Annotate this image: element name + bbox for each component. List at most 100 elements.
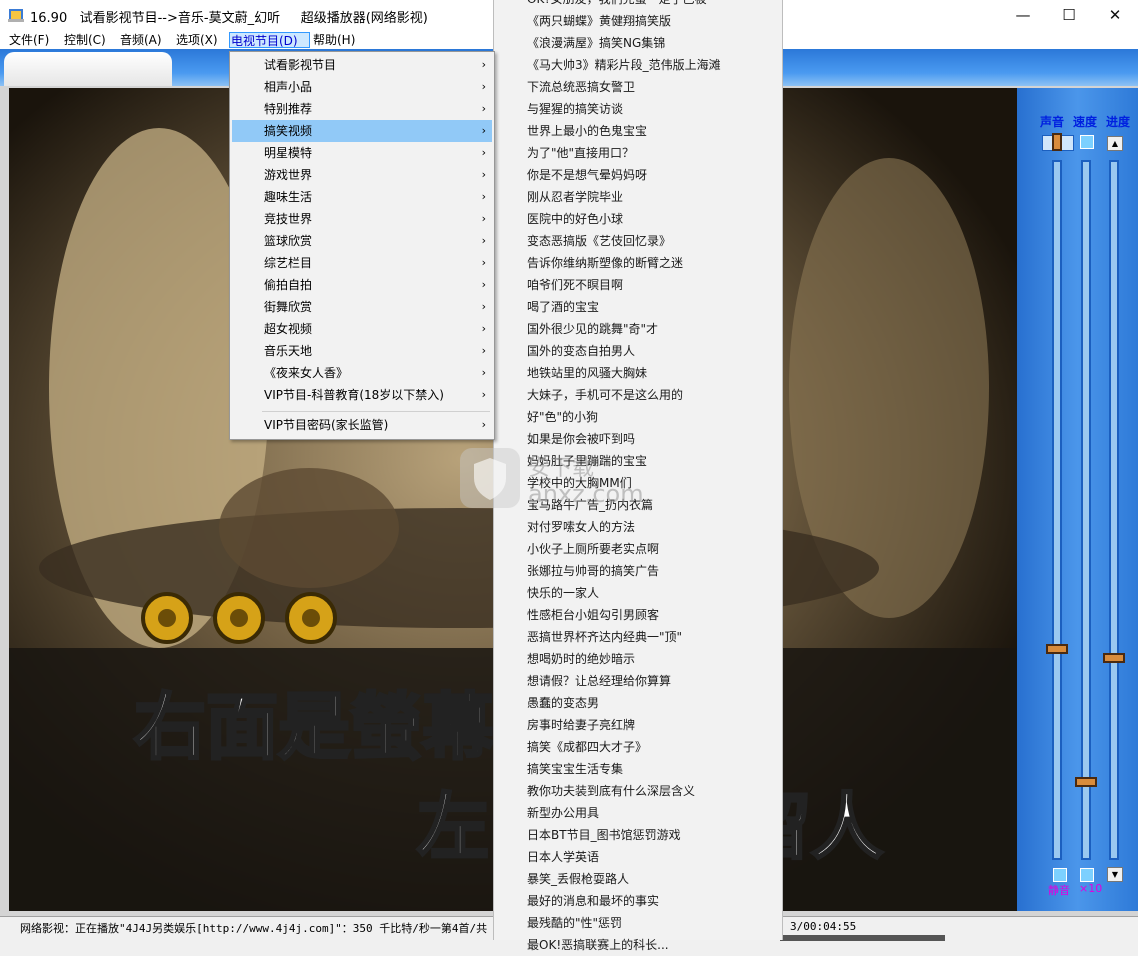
chevron-right-icon: ›: [481, 190, 486, 203]
dropdown-item-label: 音乐天地: [264, 344, 313, 358]
submenu-item[interactable]: 暴笑_丢假枪耍路人: [527, 868, 629, 890]
submenu-item[interactable]: 你是不是想气晕妈妈呀: [527, 164, 647, 186]
menu-control[interactable]: 控制(C): [62, 32, 108, 48]
submenu-item[interactable]: 日本BT节目_图书馆惩罚游戏: [527, 824, 681, 846]
chevron-right-icon: ›: [481, 212, 486, 225]
chevron-right-icon: ›: [481, 168, 486, 181]
submenu-item[interactable]: 《两只蝴蝶》黄健翔搞笑版: [527, 10, 671, 32]
menu-file[interactable]: 文件(F): [7, 32, 51, 48]
dropdown-item-label: 趣味生活: [264, 190, 313, 204]
progress-down-button[interactable]: ▼: [1107, 867, 1123, 882]
dropdown-item[interactable]: 综艺栏目 ›: [232, 252, 492, 274]
dropdown-item[interactable]: 篮球欣赏 ›: [232, 230, 492, 252]
submenu-item[interactable]: 喝了酒的宝宝: [527, 296, 599, 318]
chevron-right-icon: ›: [481, 234, 486, 247]
submenu-item[interactable]: 想喝奶时的绝妙暗示: [527, 648, 635, 670]
submenu-item[interactable]: 想请假？让总经理给你算算: [527, 670, 671, 692]
submenu-item[interactable]: 快乐的一家人: [527, 582, 599, 604]
submenu-item[interactable]: 教你功夫装到底有什么深层含义: [527, 780, 695, 802]
submenu-item[interactable]: 最残酷的"性"惩罚: [527, 912, 622, 934]
submenu-item[interactable]: 下流总统恶搞女警卫: [527, 76, 635, 98]
chevron-right-icon: ›: [481, 300, 486, 313]
submenu-item[interactable]: 张娜拉与帅哥的搞笑广告: [527, 560, 659, 582]
submenu-item[interactable]: 告诉你维纳斯塑像的断臂之迷: [527, 252, 683, 274]
chevron-right-icon: ›: [481, 146, 486, 159]
progress-up-button[interactable]: ▲: [1107, 136, 1123, 151]
speed-slider-track[interactable]: [1081, 160, 1091, 860]
dropdown-item[interactable]: 竞技世界 ›: [232, 208, 492, 230]
dropdown-item[interactable]: VIP节目密码(家长监管) ›: [232, 414, 492, 436]
progress-slider-track[interactable]: [1109, 160, 1119, 860]
menu-audio[interactable]: 音频(A): [118, 32, 164, 48]
submenu-item[interactable]: 最好的消息和最坏的事实: [527, 890, 659, 912]
control-side-panel: 声音 速度 进度 ▲ ▼ 静音 ×10: [1017, 88, 1138, 911]
dropdown-item[interactable]: 偷拍自拍 ›: [232, 274, 492, 296]
submenu-item[interactable]: 与猩猩的搞笑访谈: [527, 98, 623, 120]
submenu-item[interactable]: OK?女朋友，我们完蛋一定了巴被: [527, 0, 707, 10]
dropdown-item[interactable]: 试看影视节目 ›: [232, 54, 492, 76]
submenu-item[interactable]: 大妹子，手机可不是这么用的: [527, 384, 683, 406]
speed-slider-thumb[interactable]: [1075, 777, 1097, 787]
submenu-item[interactable]: 《浪漫满屋》搞笑NG集锦: [527, 32, 665, 54]
dropdown-item[interactable]: 街舞欣赏 ›: [232, 296, 492, 318]
volume-slider-track[interactable]: [1052, 160, 1062, 860]
maximize-button[interactable]: ☐: [1046, 0, 1092, 30]
close-button[interactable]: ✕: [1092, 0, 1138, 30]
window-title: 16.90 试看影视节目-->音乐-莫文蔚_幻听 超级播放器(网络影视): [30, 11, 428, 26]
volume-top-handle[interactable]: [1042, 133, 1074, 151]
speed-top-button[interactable]: [1080, 135, 1094, 149]
menu-options[interactable]: 选项(X): [174, 32, 220, 48]
mute-button[interactable]: [1053, 868, 1067, 882]
dropdown-item[interactable]: 音乐天地 ›: [232, 340, 492, 362]
dropdown-item[interactable]: VIP节目-科普教育(18岁以下禁入) ›: [232, 384, 492, 406]
submenu-item[interactable]: 地铁站里的风骚大胸妹: [527, 362, 647, 384]
volume-slider-thumb[interactable]: [1046, 644, 1068, 654]
menu-tv-programs[interactable]: 电视节目(D): [229, 32, 310, 48]
dropdown-item[interactable]: 搞笑视频 ›: [232, 120, 492, 142]
submenu-item[interactable]: 搞笑宝宝生活专集: [527, 758, 623, 780]
dropdown-item-label: 游戏世界: [264, 168, 313, 182]
dropdown-item-label: 篮球欣赏: [264, 234, 313, 248]
dropdown-item[interactable]: 特别推荐 ›: [232, 98, 492, 120]
submenu-item[interactable]: 国外的变态自拍男人: [527, 340, 635, 362]
submenu-item[interactable]: 刚从忍者学院毕业: [527, 186, 623, 208]
submenu-item[interactable]: 咱爷们死不瞑目啊: [527, 274, 623, 296]
dropdown-item[interactable]: 《夜来女人香》 ›: [232, 362, 492, 384]
tv-programs-dropdown: 试看影视节目 › 相声小品 › 特别推荐 › 搞笑视频 › 明星模特 › 游戏世界 › 趣味生活 › 竞技世…: [229, 51, 495, 440]
submenu-item[interactable]: 愚蠢的变态男: [527, 692, 599, 714]
submenu-item[interactable]: 变态恶搞版《艺伎回忆录》: [527, 230, 671, 252]
dropdown-item[interactable]: 超女视频 ›: [232, 318, 492, 340]
volume-label: 声音: [1040, 115, 1065, 129]
submenu-item[interactable]: 日本人学英语: [527, 846, 599, 868]
dropdown-item-label: 明星模特: [264, 146, 313, 160]
submenu-item[interactable]: 如果是你会被吓到吗: [527, 428, 635, 450]
submenu-item[interactable]: 最OK!恶搞联赛上的科长...: [527, 934, 669, 956]
submenu-item[interactable]: 为了"他"直接用口？: [527, 142, 634, 164]
submenu-item[interactable]: 新型办公用具: [527, 802, 599, 824]
chevron-right-icon: ›: [481, 344, 486, 357]
submenu-item[interactable]: 好"色"的小狗: [527, 406, 598, 428]
speed-x10-button[interactable]: [1080, 868, 1094, 882]
submenu-item[interactable]: 房事时给妻子亮红牌: [527, 714, 635, 736]
submenu-item[interactable]: 对付罗嗦女人的方法: [527, 516, 635, 538]
menu-help[interactable]: 帮助(H): [311, 32, 357, 48]
progress-label: 进度: [1106, 115, 1131, 129]
submenu-item[interactable]: 恶搞世界杯齐达内经典一"顶": [527, 626, 682, 648]
submenu-item[interactable]: 性感柜台小姐勾引男顾客: [527, 604, 659, 626]
dropdown-item-label: 相声小品: [264, 80, 313, 94]
submenu-item[interactable]: 医院中的好色小球: [527, 208, 623, 230]
progress-slider-thumb[interactable]: [1103, 653, 1125, 663]
minimize-button[interactable]: —: [1000, 0, 1046, 30]
app-icon: [8, 7, 24, 23]
submenu-item[interactable]: 世界上最小的色鬼宝宝: [527, 120, 647, 142]
subtitle-line-2a: 左: [415, 784, 490, 871]
dropdown-item[interactable]: 游戏世界 ›: [232, 164, 492, 186]
dropdown-item[interactable]: 明星模特 ›: [232, 142, 492, 164]
submenu-item[interactable]: 《马大帅3》精彩片段_范伟版上海滩: [527, 54, 721, 76]
dropdown-item[interactable]: 相声小品 ›: [232, 76, 492, 98]
submenu-item[interactable]: 搞笑《成都四大才子》: [527, 736, 647, 758]
submenu-item[interactable]: 国外很少见的跳舞"奇"才: [527, 318, 658, 340]
speed-label: 速度: [1073, 115, 1098, 129]
submenu-item[interactable]: 小伙子上厕所要老实点啊: [527, 538, 659, 560]
dropdown-item[interactable]: 趣味生活 ›: [232, 186, 492, 208]
